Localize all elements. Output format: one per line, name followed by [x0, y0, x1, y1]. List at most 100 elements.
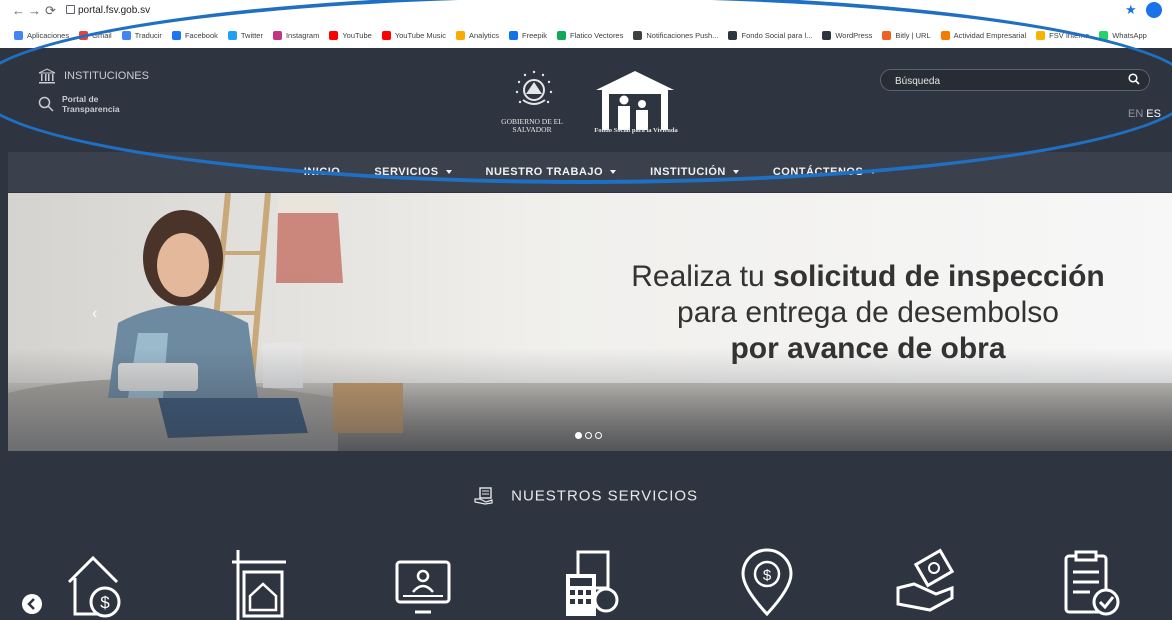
gobierno-text: GOBIERNO DE EL SALVADOR [501, 117, 563, 134]
bookmark-item[interactable]: Aplicaciones [14, 30, 70, 40]
bookmark-label: Freepik [521, 30, 547, 40]
bookmark-favicon-icon [381, 30, 391, 40]
back-arrow-icon[interactable]: ← [12, 3, 25, 19]
bookmark-favicon-icon [882, 30, 892, 40]
bookmark-item[interactable]: Freepik [508, 30, 547, 40]
menu-item-instituci-n[interactable]: INSTITUCIÓN [650, 166, 739, 178]
lang-en[interactable]: EN [1128, 108, 1143, 120]
bookmark-favicon-icon [14, 30, 23, 40]
bookmark-star-icon[interactable]: ★ [1125, 2, 1137, 18]
search-box[interactable] [880, 69, 1150, 91]
menu-item-cont-ctenos[interactable]: CONTÁCTENOS [772, 166, 877, 178]
caret-down-icon [445, 170, 452, 174]
bookmark-label: FSV Interno [1049, 30, 1090, 40]
location-pin-dollar-icon[interactable]: $ [735, 548, 799, 620]
bookmark-item[interactable]: Instagram [272, 30, 320, 40]
bookmark-favicon-icon [121, 30, 131, 40]
caret-down-icon [870, 170, 877, 174]
forward-arrow-icon[interactable]: → [28, 3, 41, 19]
menu-item-nuestro-trabajo[interactable]: NUESTRO TRABAJO [486, 166, 617, 178]
slide-indicators [575, 432, 602, 439]
browser-chrome: ← → ⟳ portal.fsv.gob.sv ★ Aplicaciones Gm… [0, 0, 1172, 48]
portal-transparencia-link[interactable]: Portal de Transparencia [38, 94, 120, 114]
search-icon [38, 96, 54, 112]
bookmark-label: Instagram [285, 30, 320, 40]
online-computer-icon[interactable] [391, 548, 455, 620]
bookmark-item[interactable]: Flatico Vectores [557, 30, 624, 40]
bookmark-label: WordPress [835, 30, 873, 40]
bookmark-item[interactable]: Notificaciones Push... [633, 30, 718, 40]
prev-slide-chevron-icon[interactable]: ‹ [92, 305, 97, 323]
bookmark-label: Gmail [92, 30, 112, 40]
search-input[interactable] [893, 72, 1117, 90]
svg-text:$: $ [100, 593, 110, 612]
bookmark-favicon-icon [633, 30, 643, 40]
bookmark-label: Traducir [134, 30, 162, 40]
caret-down-icon [732, 170, 739, 174]
bookmark-label: Bitly | URL [895, 30, 931, 40]
bookmark-item[interactable]: Analytics [455, 30, 499, 40]
bookmark-label: Analytics [468, 30, 499, 40]
chevron-left-icon [27, 598, 35, 610]
bookmarks-bar: Aplicaciones Gmail Traducir Facebook Twitter… [0, 24, 1172, 46]
main-menu: INICIO SERVICIOS NUESTRO TRABAJO INSTITUCIÓ… [8, 152, 1172, 192]
bookmark-label: Aplicaciones [27, 30, 70, 40]
bookmark-label: YouTube Music [394, 30, 446, 40]
bookmark-favicon-icon [508, 30, 518, 40]
bookmark-item[interactable]: Actividad Empresarial [940, 30, 1027, 40]
bookmark-item[interactable]: Bitly | URL [882, 30, 931, 40]
bookmark-favicon-icon [79, 30, 89, 40]
bookmark-item[interactable]: YouTube Music [381, 30, 446, 40]
menu-item-inicio[interactable]: INICIO [304, 166, 341, 178]
services-title: NUESTROS SERVICIOS [511, 487, 699, 505]
menu-item-label: CONTÁCTENOS [772, 166, 864, 178]
menu-item-label: NUESTRO TRABAJO [485, 166, 604, 178]
bookmark-favicon-icon [272, 30, 282, 40]
bookmark-label: Twitter [240, 30, 263, 40]
bookmark-label: Facebook [184, 30, 218, 40]
for-sale-sign-icon[interactable] [228, 548, 292, 620]
address-bar[interactable]: portal.fsv.gob.sv [78, 3, 150, 19]
calculator-document-icon[interactable] [560, 548, 624, 620]
bookmark-item[interactable]: Facebook [171, 30, 218, 40]
site-header: INSTITUCIONES Portal de Transparencia GO… [8, 48, 1172, 152]
reload-icon[interactable]: ⟳ [45, 3, 56, 19]
instituciones-label: INSTITUCIONES [64, 70, 149, 82]
caret-down-icon [610, 170, 617, 174]
slide-dot[interactable] [595, 432, 602, 439]
hero-line1-pre: Realiza tu [631, 260, 773, 293]
bookmark-item[interactable]: WhatsApp [1099, 30, 1147, 40]
lock-icon [66, 5, 75, 14]
bookmark-favicon-icon [227, 30, 237, 40]
bookmark-item[interactable]: Fondo Social para l... [728, 30, 813, 40]
hero-slider: ‹ Realiza tu solicitud de inspección par… [8, 193, 1172, 451]
menu-item-servicios[interactable]: SERVICIOS [374, 166, 452, 178]
search-icon[interactable] [1128, 73, 1140, 85]
hero-line1-bold: solicitud de inspección [773, 260, 1105, 293]
bookmark-label: Fondo Social para l... [741, 30, 813, 40]
back-to-top-button[interactable] [22, 594, 42, 614]
bookmark-item[interactable]: YouTube [329, 30, 372, 40]
service-hand-icon [474, 487, 493, 505]
lang-es[interactable]: ES [1146, 108, 1161, 120]
profile-avatar[interactable] [1146, 2, 1162, 18]
instituciones-link[interactable]: INSTITUCIONES [38, 68, 149, 84]
bookmark-favicon-icon [455, 30, 465, 40]
bookmark-label: Actividad Empresarial [953, 30, 1027, 40]
checklist-icon[interactable] [1060, 548, 1124, 620]
hand-money-icon[interactable] [894, 548, 958, 620]
bookmark-item[interactable]: FSV Interno [1036, 30, 1090, 40]
slide-dot[interactable] [575, 432, 582, 439]
bookmark-item[interactable]: Traducir [121, 30, 162, 40]
slide-dot[interactable] [585, 432, 592, 439]
house-dollar-icon[interactable]: $ [63, 548, 127, 620]
bookmark-favicon-icon [1099, 30, 1109, 40]
hero-headline: Realiza tu solicitud de inspección para … [568, 259, 1168, 367]
hero-line3: por avance de obra [730, 332, 1006, 365]
bookmark-label: Flatico Vectores [570, 30, 624, 40]
bookmark-item[interactable]: WordPress [822, 30, 873, 40]
bookmark-favicon-icon [822, 30, 832, 40]
bookmark-item[interactable]: Gmail [79, 30, 112, 40]
bookmark-favicon-icon [940, 30, 950, 40]
bookmark-item[interactable]: Twitter [227, 30, 263, 40]
